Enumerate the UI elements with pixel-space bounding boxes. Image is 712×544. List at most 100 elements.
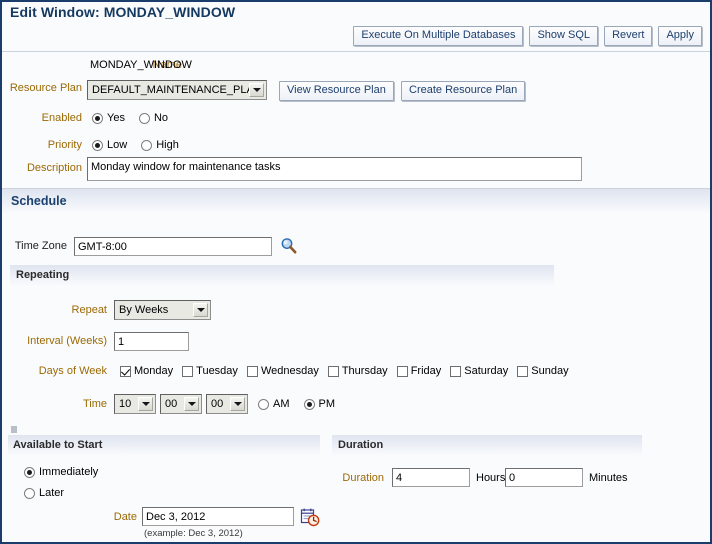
meridiem-pm-label: PM xyxy=(318,398,336,410)
enabled-label: Enabled xyxy=(41,112,82,124)
chevron-down-icon[interactable] xyxy=(184,397,199,411)
day-checkbox-friday[interactable]: Friday xyxy=(396,365,442,377)
header-button-bar: Execute On Multiple Databases Show SQL R… xyxy=(353,26,702,46)
resource-plan-select[interactable]: DEFAULT_MAINTENANCE_PLAN xyxy=(87,80,267,100)
day-label-saturday: Saturday xyxy=(464,365,509,377)
day-label-wednesday: Wednesday xyxy=(260,365,319,377)
available-immediately-option[interactable]: Immediately xyxy=(24,466,98,478)
radio-priority-low[interactable] xyxy=(92,139,103,151)
meridiem-radio-group: AM PM xyxy=(258,398,349,410)
description-textarea[interactable] xyxy=(87,157,582,181)
days-of-week-label: Days of Week xyxy=(38,365,107,377)
checkbox-thursday[interactable] xyxy=(327,365,339,377)
checkbox-tuesday[interactable] xyxy=(182,365,194,377)
repeat-select[interactable]: By Weeks xyxy=(114,300,211,320)
magnifier-icon[interactable] xyxy=(280,237,298,255)
resource-plan-selected-value: DEFAULT_MAINTENANCE_PLAN xyxy=(92,84,262,96)
chevron-down-icon[interactable] xyxy=(193,303,208,317)
days-of-week-label-wrap: Days of Week xyxy=(2,365,107,377)
header-divider xyxy=(2,51,710,52)
time-zone-input[interactable] xyxy=(74,237,272,256)
date-label: Date xyxy=(113,511,137,523)
chevron-down-icon[interactable] xyxy=(230,397,245,411)
apply-button[interactable]: Apply xyxy=(658,26,702,46)
checkbox-saturday[interactable] xyxy=(450,365,462,377)
day-label-friday: Friday xyxy=(410,365,442,377)
hours-unit-wrap: Hours xyxy=(476,472,505,484)
interval-weeks-input[interactable] xyxy=(114,332,189,351)
meridiem-am-option[interactable]: AM xyxy=(258,398,290,410)
edit-window-page: Edit Window: MONDAY_WINDOW Execute On Mu… xyxy=(0,0,712,544)
view-resource-plan-button[interactable]: View Resource Plan xyxy=(279,81,394,101)
enabled-yes-option[interactable]: Yes xyxy=(92,112,125,124)
day-checkbox-tuesday[interactable]: Tuesday xyxy=(182,365,238,377)
meridiem-pm-option[interactable]: PM xyxy=(303,398,336,410)
minutes-unit-wrap: Minutes xyxy=(589,472,628,484)
priority-label: Priority xyxy=(47,139,82,151)
enabled-label-wrap: Enabled xyxy=(2,112,82,124)
section-marker xyxy=(11,426,17,433)
show-sql-button[interactable]: Show SQL xyxy=(529,26,599,46)
enabled-no-option[interactable]: No xyxy=(138,112,169,124)
radio-enabled-yes[interactable] xyxy=(92,112,103,124)
page-title: Edit Window: MONDAY_WINDOW xyxy=(10,4,236,20)
chevron-down-icon[interactable] xyxy=(249,83,264,97)
day-label-monday: Monday xyxy=(134,365,174,377)
description-label: Description xyxy=(26,162,82,174)
description-label-wrap: Description xyxy=(2,162,82,174)
resource-plan-label-wrap: Resource Plan xyxy=(2,82,82,94)
time-hour-select[interactable]: 10 xyxy=(114,394,156,414)
day-checkbox-saturday[interactable]: Saturday xyxy=(450,365,508,377)
day-label-tuesday: Tuesday xyxy=(196,365,238,377)
day-checkbox-sunday[interactable]: Sunday xyxy=(517,365,569,377)
radio-am[interactable] xyxy=(258,398,269,410)
day-checkbox-monday[interactable]: Monday xyxy=(120,365,173,377)
name-value: MONDAY_WINDOW xyxy=(90,59,192,71)
time-label: Time xyxy=(82,398,107,410)
repeat-label: Repeat xyxy=(71,304,107,316)
checkbox-friday[interactable] xyxy=(396,365,408,377)
enabled-radio-group: Yes No xyxy=(92,112,182,124)
duration-hours-input[interactable] xyxy=(392,468,470,487)
revert-button[interactable]: Revert xyxy=(604,26,653,46)
time-label-wrap: Time xyxy=(2,398,107,410)
priority-low-option[interactable]: Low xyxy=(92,139,127,151)
day-checkbox-thursday[interactable]: Thursday xyxy=(327,365,388,377)
radio-later[interactable] xyxy=(24,487,35,499)
execute-on-multiple-databases-button[interactable]: Execute On Multiple Databases xyxy=(353,26,524,46)
priority-high-label: High xyxy=(156,139,179,151)
checkbox-monday[interactable] xyxy=(120,365,131,377)
hours-unit-label: Hours xyxy=(476,472,506,484)
duration-label-wrap: Duration xyxy=(324,472,384,484)
priority-radio-group: Low High xyxy=(92,139,193,151)
radio-enabled-no[interactable] xyxy=(138,112,150,124)
enabled-no-label: No xyxy=(153,112,169,124)
radio-pm[interactable] xyxy=(303,398,315,410)
priority-high-option[interactable]: High xyxy=(141,139,179,151)
checkbox-wednesday[interactable] xyxy=(246,365,258,377)
time-minute-select[interactable]: 00 xyxy=(160,394,202,414)
checkbox-sunday[interactable] xyxy=(517,365,529,377)
date-format-hint: (example: Dec 3, 2012) xyxy=(144,528,243,539)
repeating-section-title: Repeating xyxy=(16,269,70,281)
duration-title: Duration xyxy=(338,439,384,451)
resource-plan-label: Resource Plan xyxy=(9,82,82,94)
enabled-yes-label: Yes xyxy=(107,112,125,124)
repeating-section-band xyxy=(10,265,554,287)
radio-priority-high[interactable] xyxy=(141,139,153,151)
repeat-label-wrap: Repeat xyxy=(2,304,107,316)
time-second-select[interactable]: 00 xyxy=(206,394,248,414)
radio-immediately[interactable] xyxy=(24,466,35,478)
duration-minutes-input[interactable] xyxy=(505,468,583,487)
available-immediately-option-wrap: Immediately xyxy=(24,466,112,478)
create-resource-plan-button[interactable]: Create Resource Plan xyxy=(401,81,526,101)
date-input[interactable] xyxy=(142,507,294,526)
chevron-down-icon[interactable] xyxy=(138,397,153,411)
minutes-unit-label: Minutes xyxy=(589,472,628,484)
available-later-option[interactable]: Later xyxy=(24,487,64,499)
day-label-thursday: Thursday xyxy=(341,365,388,377)
calendar-clock-icon[interactable] xyxy=(300,507,320,527)
day-label-sunday: Sunday xyxy=(531,365,569,377)
day-checkbox-wednesday[interactable]: Wednesday xyxy=(246,365,319,377)
date-label-wrap: Date xyxy=(62,511,137,523)
